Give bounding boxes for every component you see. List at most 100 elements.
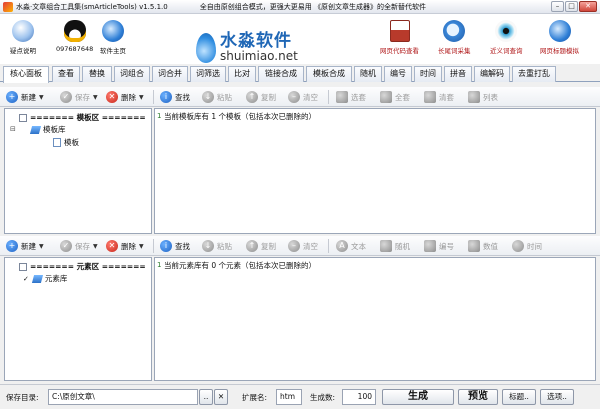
chevron-down-icon[interactable]: ▼: [39, 243, 44, 250]
tab-time[interactable]: 时间: [414, 66, 442, 82]
tab-codec[interactable]: 编解码: [474, 66, 510, 82]
template-editor[interactable]: 1 当前模板库有 1 个模板（包括本次已删除的）: [154, 108, 596, 234]
find-element-button[interactable]: i 查找: [160, 239, 190, 253]
paste-button[interactable]: ↓ 粘贴: [202, 90, 232, 104]
element-area-header: ======= 元素区 =======: [19, 261, 146, 272]
clock-icon: [512, 240, 524, 252]
toolbar-divider: [328, 90, 329, 104]
clear-set-icon: [424, 91, 436, 103]
select-icon: [336, 91, 348, 103]
tab-template-compose[interactable]: 模板合成: [306, 66, 352, 82]
longtail-button[interactable]: 长尾词采集: [438, 20, 471, 55]
number-element-button[interactable]: 编号: [424, 239, 454, 253]
save-dir-label: 保存目录:: [6, 393, 39, 402]
generate-button[interactable]: 生成: [382, 389, 454, 405]
value-element-button[interactable]: 数值: [468, 239, 498, 253]
chevron-down-icon[interactable]: ▼: [39, 94, 44, 101]
tab-core-panel[interactable]: 核心面板: [3, 66, 49, 83]
title-settings-button[interactable]: 标题..: [502, 389, 536, 405]
delete-x-icon: ✕: [106, 91, 118, 103]
element-library-node[interactable]: ✓ 元素库: [23, 273, 67, 284]
tab-replace[interactable]: 替换: [82, 66, 112, 82]
main-tabs: 核心面板 查看 替换 词组合 词合并 词筛选 比对 链接合成 模板合成 随机 编…: [0, 66, 600, 83]
synonym-button[interactable]: 近义词查询: [490, 20, 523, 55]
ie-globe-icon: [102, 20, 124, 42]
toolbar-divider: [153, 239, 154, 253]
library-icon: [31, 274, 43, 283]
ext-input[interactable]: htm: [276, 389, 302, 405]
element-editor[interactable]: 1 当前元素库有 0 个元素（包括本次已删除的）: [154, 257, 596, 381]
clear-sets-button[interactable]: 清套: [424, 90, 454, 104]
banner: 疑点说明 097687648 软件主页 水淼软件 shuimiao.net 网页…: [0, 14, 600, 64]
tab-link-compose[interactable]: 链接合成: [258, 66, 304, 82]
copy-element-button[interactable]: ↑ 复制: [246, 239, 276, 253]
time-element-button[interactable]: 时间: [512, 239, 542, 253]
plus-icon: +: [6, 240, 18, 252]
chevron-down-icon[interactable]: ▼: [139, 94, 144, 101]
checkmark-icon[interactable]: ✓: [23, 275, 29, 283]
copy-button[interactable]: ↑ 复制: [246, 90, 276, 104]
clear-element-button[interactable]: – 清空: [288, 239, 318, 253]
count-input[interactable]: 100: [342, 389, 376, 405]
title-sim-button[interactable]: 网页标题模拟: [540, 20, 579, 55]
maximize-button[interactable]: □: [565, 1, 578, 12]
tab-random[interactable]: 随机: [354, 66, 382, 82]
line-number: 1: [157, 261, 162, 269]
select-all-sets-button[interactable]: 全套: [380, 90, 410, 104]
tab-word-combine[interactable]: 词组合: [114, 66, 150, 82]
save-template-button[interactable]: ✓ 保存 ▼: [60, 90, 98, 104]
eye-icon: [495, 20, 518, 42]
select-set-button[interactable]: 选套: [336, 90, 366, 104]
template-node[interactable]: 模板: [53, 137, 79, 148]
plus-icon: +: [6, 91, 18, 103]
element-tree[interactable]: ======= 元素区 ======= ✓ 元素库: [4, 257, 152, 381]
shuimiao-logo: 水淼软件 shuimiao.net: [196, 32, 298, 63]
new-element-button[interactable]: + 新建 ▼: [6, 239, 44, 253]
clear-dir-button[interactable]: ✕: [214, 389, 228, 405]
save-dir-input[interactable]: C:\原创文章\: [48, 389, 198, 405]
delete-element-button[interactable]: ✕ 删除 ▼: [106, 239, 144, 253]
list-button[interactable]: 列表: [468, 90, 498, 104]
tab-compare[interactable]: 比对: [228, 66, 256, 82]
tab-dedupe-shuffle[interactable]: 去重打乱: [512, 66, 556, 82]
checkmark-icon: ✓: [60, 91, 72, 103]
tab-pinyin[interactable]: 拼音: [444, 66, 472, 82]
qq-penguin-icon: [63, 20, 86, 42]
status-bar: 保存目录: C:\原创文章\ .. ✕ 扩展名: htm 生成数: 100 生成…: [0, 384, 600, 409]
clear-button[interactable]: – 清空: [288, 90, 318, 104]
browse-button[interactable]: ..: [199, 389, 213, 405]
help-button[interactable]: 疑点说明: [10, 20, 36, 55]
delete-template-button[interactable]: ✕ 删除 ▼: [106, 90, 144, 104]
template-tree[interactable]: ======= 模板区 ======= ⊟ 模板库 模板: [4, 108, 152, 234]
html-viewer-button[interactable]: 网页代码查看: [380, 20, 419, 55]
info-icon: i: [160, 91, 172, 103]
chevron-down-icon[interactable]: ▼: [93, 243, 98, 250]
chevron-down-icon[interactable]: ▼: [93, 94, 98, 101]
save-element-button[interactable]: ✓ 保存 ▼: [60, 239, 98, 253]
paste-element-button[interactable]: ↓ 粘贴: [202, 239, 232, 253]
template-library-node[interactable]: 模板库: [29, 124, 66, 135]
tab-word-filter[interactable]: 词筛选: [190, 66, 226, 82]
minimize-button[interactable]: –: [551, 1, 564, 12]
html-viewer-label: 网页代码查看: [380, 47, 419, 55]
tab-view[interactable]: 查看: [52, 66, 80, 82]
text-element-button[interactable]: A 文本: [336, 239, 366, 253]
options-button[interactable]: 选项..: [540, 389, 574, 405]
tab-number[interactable]: 编号: [384, 66, 412, 82]
preview-button[interactable]: 预览: [458, 389, 498, 405]
template-header-checkbox[interactable]: [19, 113, 27, 122]
random-element-button[interactable]: 随机: [380, 239, 410, 253]
close-button[interactable]: ✕: [579, 1, 597, 12]
chevron-down-icon[interactable]: ▼: [139, 243, 144, 250]
element-header-checkbox[interactable]: [19, 262, 27, 271]
tab-word-merge[interactable]: 词合并: [152, 66, 188, 82]
template-area-header: ======= 模板区 =======: [19, 112, 146, 123]
element-editor-text: 当前元素库有 0 个元素（包括本次已删除的）: [164, 261, 317, 270]
new-template-button[interactable]: + 新建 ▼: [6, 90, 44, 104]
element-toolbar: + 新建 ▼ ✓ 保存 ▼ ✕ 删除 ▼ i 查找 ↓ 粘贴 ↑ 复制 – 清空 A 文本 随机 编号…: [0, 236, 600, 256]
title-sim-label: 网页标题模拟: [540, 47, 579, 55]
homepage-button[interactable]: 软件主页: [100, 20, 126, 55]
collapse-icon[interactable]: ⊟: [10, 125, 16, 133]
find-button[interactable]: i 查找: [160, 90, 190, 104]
qq-button[interactable]: 097687648: [56, 20, 93, 53]
